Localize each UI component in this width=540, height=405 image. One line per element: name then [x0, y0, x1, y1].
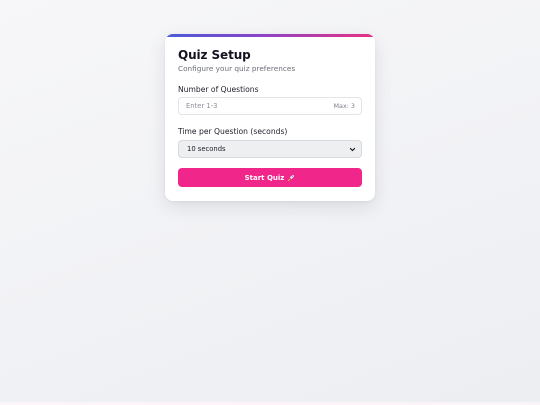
time-select[interactable]: 10 seconds	[178, 140, 362, 158]
page-subtitle: Configure your quiz preferences	[178, 64, 296, 73]
start-quiz-button[interactable]: Start Quiz	[178, 168, 362, 187]
card-accent-bar	[165, 34, 375, 37]
questions-input[interactable]	[179, 98, 336, 114]
page-title: Quiz Setup	[178, 48, 251, 62]
rocket-icon	[288, 174, 295, 181]
questions-label: Number of Questions	[178, 85, 259, 94]
quiz-setup-card: Quiz Setup Configure your quiz preferenc…	[165, 34, 375, 201]
questions-field: Max: 3	[178, 97, 362, 115]
start-quiz-label: Start Quiz	[244, 173, 285, 182]
chevron-down-icon	[349, 147, 356, 152]
time-label: Time per Question (seconds)	[178, 127, 288, 136]
max-hint: Max: 3	[333, 102, 355, 110]
time-select-value: 10 seconds	[187, 145, 226, 153]
